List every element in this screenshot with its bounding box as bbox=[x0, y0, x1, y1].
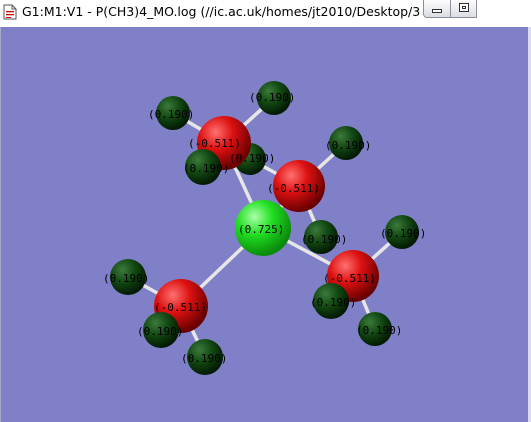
maximize-icon bbox=[459, 3, 469, 12]
molecule-canvas[interactable]: (0.190) (0.190) (0.190) (0.190) (0.190) … bbox=[1, 27, 531, 422]
minimize-icon bbox=[432, 9, 442, 13]
label-h-right-3: (0.190) bbox=[301, 233, 347, 246]
window-title: G1:M1:V1 - P(CH3)4_MO.log (//ic.ac.uk/ho… bbox=[22, 4, 420, 19]
label-h-right-2: (0.190) bbox=[229, 152, 275, 165]
label-h-left-3: (0.190) bbox=[181, 352, 227, 365]
gaussview-window: G1:M1:V1 - P(CH3)4_MO.log (//ic.ac.uk/ho… bbox=[0, 0, 531, 422]
label-c-top: (-0.511) bbox=[188, 137, 241, 150]
label-p: (0.725) bbox=[238, 223, 284, 236]
label-h-br-2: (0.190) bbox=[310, 296, 356, 309]
label-h-br-3: (0.190) bbox=[356, 324, 402, 337]
label-h-br-1: (0.190) bbox=[380, 227, 426, 240]
label-c-right: (-0.511) bbox=[267, 182, 320, 195]
label-h-left-2: (0.190) bbox=[137, 325, 183, 338]
document-icon bbox=[3, 4, 17, 20]
label-h-top-1: (0.190) bbox=[148, 108, 194, 121]
minimize-button[interactable] bbox=[423, 0, 451, 18]
label-h-top-2: (0.190) bbox=[249, 91, 295, 104]
label-h-left-1: (0.190) bbox=[103, 272, 149, 285]
maximize-button[interactable] bbox=[450, 0, 477, 18]
title-bar[interactable]: G1:M1:V1 - P(CH3)4_MO.log (//ic.ac.uk/ho… bbox=[0, 0, 531, 27]
molecule-viewport[interactable]: (0.190) (0.190) (0.190) (0.190) (0.190) … bbox=[0, 27, 531, 422]
label-h-right-1: (0.190) bbox=[325, 139, 371, 152]
label-h-top-3: (0.190) bbox=[183, 162, 229, 175]
